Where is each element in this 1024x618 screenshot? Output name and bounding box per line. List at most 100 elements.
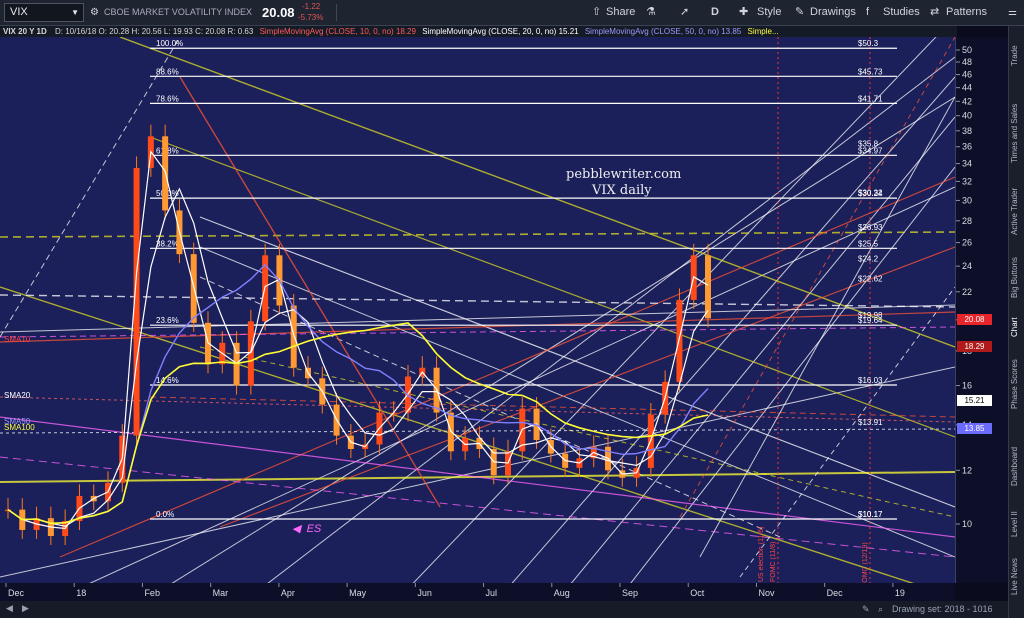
cursor-icon[interactable]: ➚ [680,3,689,22]
sidebar-tab-active-trader[interactable]: Active Trader [1010,176,1024,246]
right-sidebar: Trade Times and Sales Active Trader Big … [1008,26,1024,618]
drawings-button[interactable]: Drawings [810,3,856,22]
fib-level-label: 23.6% [156,316,179,325]
price-tick-label: 28 [962,216,972,226]
trend-line [171,96,955,583]
price-tick-label: 40 [962,111,972,121]
share-icon[interactable]: ⇧ [592,3,601,22]
minimize-icon[interactable]: ⚌ [1008,3,1017,22]
sidebar-tab-times-and-sales[interactable]: Times and Sales [1010,92,1024,174]
price-tick-label: 36 [962,142,972,152]
toolbar: VIX ▼ ⚙ CBOE MARKET VOLATILITY INDEX 20.0… [0,0,1024,26]
chart-plot-area[interactable]: 100.0%88.6%78.6%61.8%50.0%38.2%23.6%14.6… [0,37,955,583]
sidebar-tab-big-buttons[interactable]: Big Buttons [1010,250,1024,306]
share-button[interactable]: Share [606,3,635,22]
sma10-price-tag: 18.29 [957,341,992,353]
close-price-tag: 20.08 [957,313,992,325]
patterns-icon[interactable]: ⇄ [930,3,939,22]
crosshair-icon[interactable]: ✚ [739,3,748,22]
sma50-study-label[interactable]: SimpleMovingAvg (CLOSE, 50, 0, no) [585,27,719,36]
sma20-study-value: 15.21 [558,27,579,36]
price-target-label: $25.5 [858,239,879,248]
fomc-nov-label: FOMC (11/8) [770,541,777,582]
sidebar-tab-trade[interactable]: Trade [1010,36,1024,76]
scroll-right-icon[interactable]: ▶ [22,603,29,614]
symbol-input[interactable]: VIX ▼ [4,3,84,22]
price-tick-label: 48 [962,57,972,67]
time-tick-label: Jun [417,588,432,598]
time-tick-label: Apr [281,588,295,598]
price-target-label: $50.3 [858,39,879,48]
price-tick-label: 24 [962,261,972,271]
price-target-label: $24.2 [858,255,879,264]
time-axis-svg: Dec 18 Feb Mar Apr May Jun Jul Aug Sep Oct Nov Dec 19 [5,583,905,598]
flask-icon[interactable]: ⚗ [646,3,656,22]
fib-level-label: 0.0% [156,510,174,519]
divider [336,4,337,21]
price-axis[interactable]: 5048464442403836343230282624222018161412… [955,37,1009,583]
fib-level-label: 88.6% [156,67,179,76]
sma100-study-label[interactable]: Simple... [747,27,778,36]
sidebar-tab-dashboard[interactable]: Dashboard [1010,434,1024,498]
trend-line [0,231,955,238]
sidebar-tab-live-news[interactable]: Live News [1010,551,1024,603]
fib-level-label: 100.0% [156,39,183,48]
price-tick-label: 50 [962,45,972,55]
trend-line [267,56,955,583]
price-tick-label: 16 [962,381,972,391]
trend-line [0,428,955,434]
studies-icon[interactable]: f [866,3,869,22]
price-tick-label: 30 [962,195,972,205]
price-target-label: $41.71 [858,94,883,103]
sma10-study-value: 18.29 [395,27,416,36]
trend-line [679,37,955,518]
chevron-down-icon[interactable]: ▼ [71,4,79,21]
price-target-label: $45.73 [858,67,883,76]
sma20-study-label[interactable]: SimpleMovingAvg (CLOSE, 20, 0, no) [422,27,556,36]
sidebar-tab-level-2[interactable]: Level II [1010,504,1024,544]
es-label: ES [306,523,322,535]
time-tick-label: Feb [144,588,160,598]
patterns-button[interactable]: Patterns [946,3,987,22]
price-tick-label: 26 [962,238,972,248]
pencil-icon[interactable]: ✎ [795,3,804,22]
sidebar-tab-phase-scores[interactable]: Phase Scores [1010,344,1024,424]
style-button[interactable]: Style [757,3,781,22]
candle-body [205,322,211,365]
studies-button[interactable]: Studies [883,3,920,22]
sma100-label: SMA100 [4,423,35,432]
price-tick-label: 22 [962,287,972,297]
fib-level-label: 38.2% [156,239,179,248]
time-tick-label: Aug [554,588,570,598]
sma50-line [7,263,709,525]
gear-icon[interactable]: ⚙ [90,3,99,22]
price-target-label: $26.93 [858,223,883,232]
price-target-label: $13.91 [858,418,883,427]
candle-body [676,299,683,382]
sma20-price-tag: 15.21 [957,395,992,407]
sma50-study-value: 13.85 [721,27,742,36]
time-tick-label: Mar [213,588,229,598]
ohlc-readout: D: 10/16/18 O: 20.28 H: 20.56 L: 19.93 C… [54,27,254,36]
sma10-study-label[interactable]: SimpleMovingAvg (CLOSE, 10, 0, no) [260,27,394,36]
price-tick-label: 34 [962,159,972,169]
price-target-label: $19.64 [858,316,883,325]
triangle-left-icon: ◀ [292,523,301,535]
magnifier-icon[interactable]: ⌕ [878,604,883,615]
last-price: 20.08 [262,5,295,20]
chart-svg[interactable]: 100.0%88.6%78.6%61.8%50.0%38.2%23.6%14.6… [0,37,955,583]
price-tick-label: 46 [962,70,972,80]
trend-line [219,246,955,528]
scroll-left-icon[interactable]: ◀ [6,603,13,614]
time-tick-label: 19 [895,588,905,598]
time-axis[interactable]: Dec 18 Feb Mar Apr May Jun Jul Aug Sep Oct Nov Dec 19 [0,583,955,601]
price-target-label: $16.03 [858,376,883,385]
sidebar-tab-chart[interactable]: Chart [1010,309,1024,345]
price-tick-label: 44 [962,83,972,93]
symbol-text: VIX [10,6,28,18]
pencil-small-icon[interactable]: ✎ [862,604,870,615]
interval-button[interactable]: D [711,3,719,22]
price-tick-label: 12 [962,465,972,475]
time-tick-label: Nov [758,588,775,598]
drawing-set-label[interactable]: Drawing set: 2018 - 1016 [892,604,993,614]
